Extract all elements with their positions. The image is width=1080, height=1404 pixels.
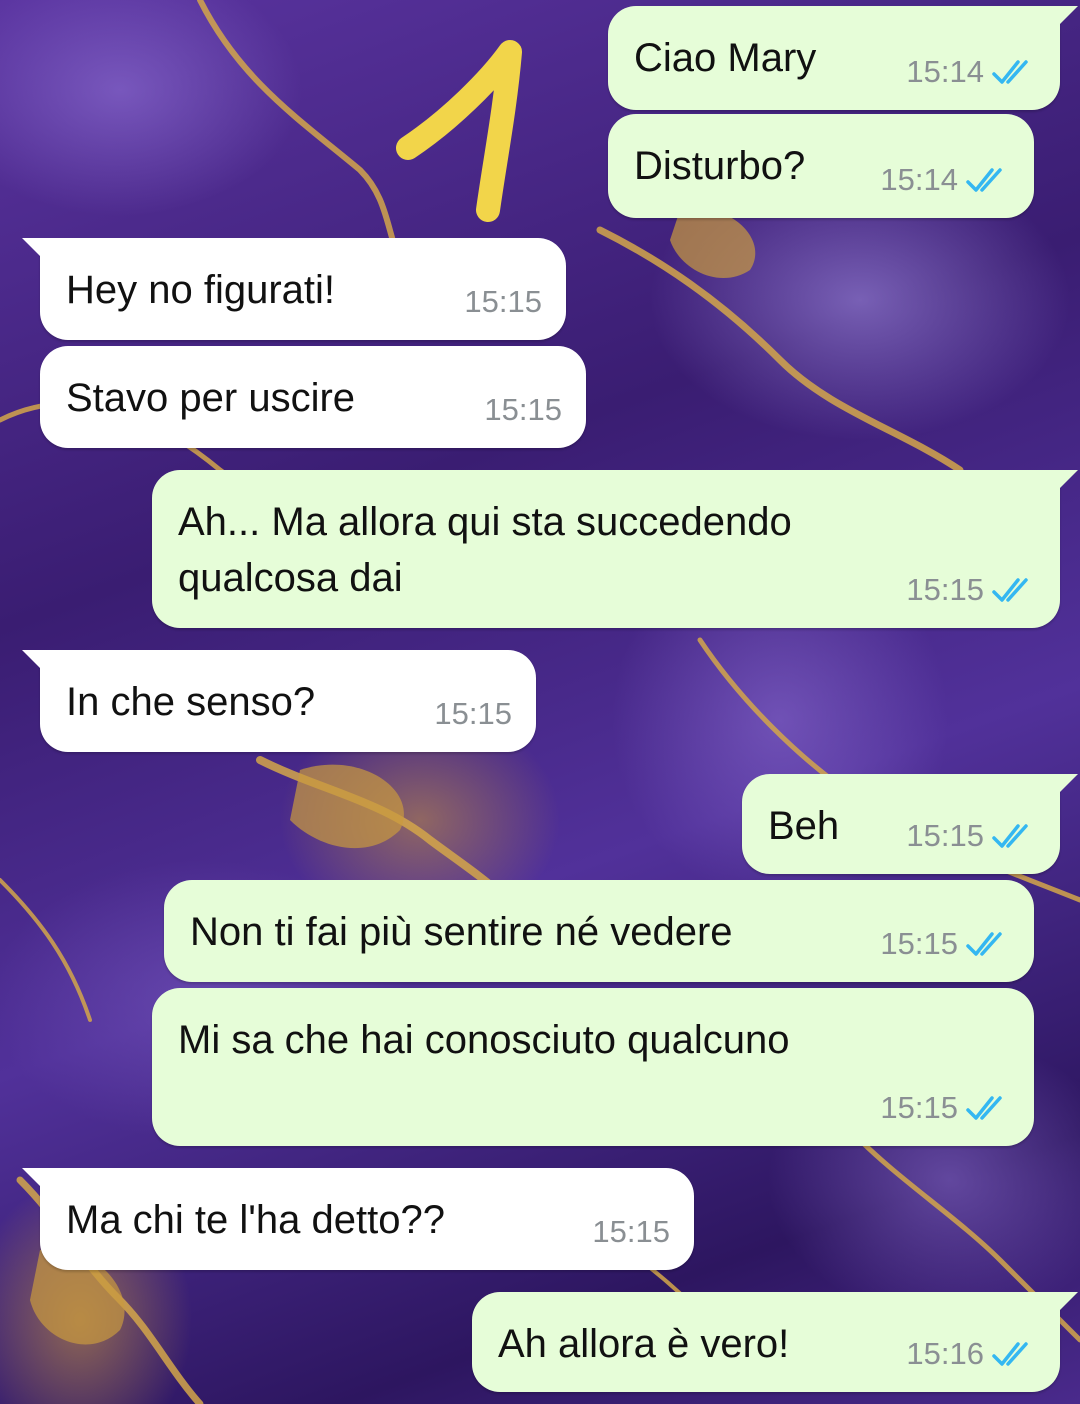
message-text: Stavo per uscire: [66, 376, 356, 420]
double-check-read-icon: [992, 578, 1028, 602]
double-check-read-icon: [966, 1096, 1002, 1120]
message-meta: 15:15: [592, 1214, 670, 1250]
message-meta: 15:15: [484, 392, 562, 428]
double-check-read-icon: [992, 60, 1028, 84]
outgoing-message[interactable]: Non ti fai più sentire né vedere 15:15: [164, 880, 1034, 982]
incoming-message[interactable]: Hey no figurati! 15:15: [22, 238, 566, 340]
message-text: Beh: [768, 804, 840, 848]
message-text: Ciao Mary: [634, 36, 817, 80]
message-text: Mi sa che hai conosciuto qualcuno: [178, 1018, 790, 1062]
incoming-message[interactable]: In che senso? 15:15: [22, 650, 536, 752]
message-text: Ma chi te l'ha detto??: [66, 1198, 445, 1242]
message-meta: 15:15: [906, 818, 1036, 854]
outgoing-message[interactable]: Mi sa che hai conosciuto qualcuno 15:15: [152, 988, 1034, 1146]
message-time: 15:15: [592, 1214, 670, 1249]
outgoing-message[interactable]: Beh 15:15: [742, 774, 1078, 874]
message-text: Hey no figurati!: [66, 268, 336, 312]
double-check-read-icon: [992, 824, 1028, 848]
outgoing-message[interactable]: Ah allora è vero! 15:16: [472, 1292, 1078, 1392]
double-check-read-icon: [966, 932, 1002, 956]
message-meta: 15:15: [464, 284, 542, 320]
message-meta: 15:14: [906, 54, 1036, 90]
outgoing-message[interactable]: Ah... Ma allora qui sta succedendo qualc…: [152, 470, 1078, 628]
outgoing-message[interactable]: Ciao Mary 15:14: [608, 6, 1078, 110]
message-time: 15:15: [484, 392, 562, 427]
message-time: 15:15: [880, 1090, 958, 1125]
message-time: 15:15: [906, 818, 984, 853]
message-time: 15:15: [464, 284, 542, 319]
outgoing-message[interactable]: Disturbo? 15:14: [608, 114, 1034, 218]
incoming-message[interactable]: Ma chi te l'ha detto?? 15:15: [22, 1168, 694, 1270]
message-meta: 15:15: [434, 696, 512, 732]
message-meta: 15:14: [880, 162, 1010, 198]
message-text: In che senso?: [66, 680, 316, 724]
message-time: 15:15: [906, 572, 984, 607]
message-time: 15:14: [906, 54, 984, 89]
message-time: 15:15: [880, 926, 958, 961]
message-time: 15:14: [880, 162, 958, 197]
message-text: Disturbo?: [634, 144, 806, 188]
double-check-read-icon: [966, 168, 1002, 192]
message-time: 15:16: [906, 1336, 984, 1371]
message-meta: 15:15: [880, 926, 1010, 962]
message-text: Ah allora è vero!: [498, 1322, 790, 1366]
message-meta: 15:15: [906, 572, 1036, 608]
message-meta: 15:16: [906, 1336, 1036, 1372]
incoming-message[interactable]: Stavo per uscire 15:15: [40, 346, 586, 448]
message-text: Non ti fai più sentire né vedere: [190, 910, 733, 954]
message-meta: 15:15: [880, 1090, 1010, 1126]
message-time: 15:15: [434, 696, 512, 731]
double-check-read-icon: [992, 1342, 1028, 1366]
message-text: Ah... Ma allora qui sta succedendo qualc…: [178, 500, 792, 600]
